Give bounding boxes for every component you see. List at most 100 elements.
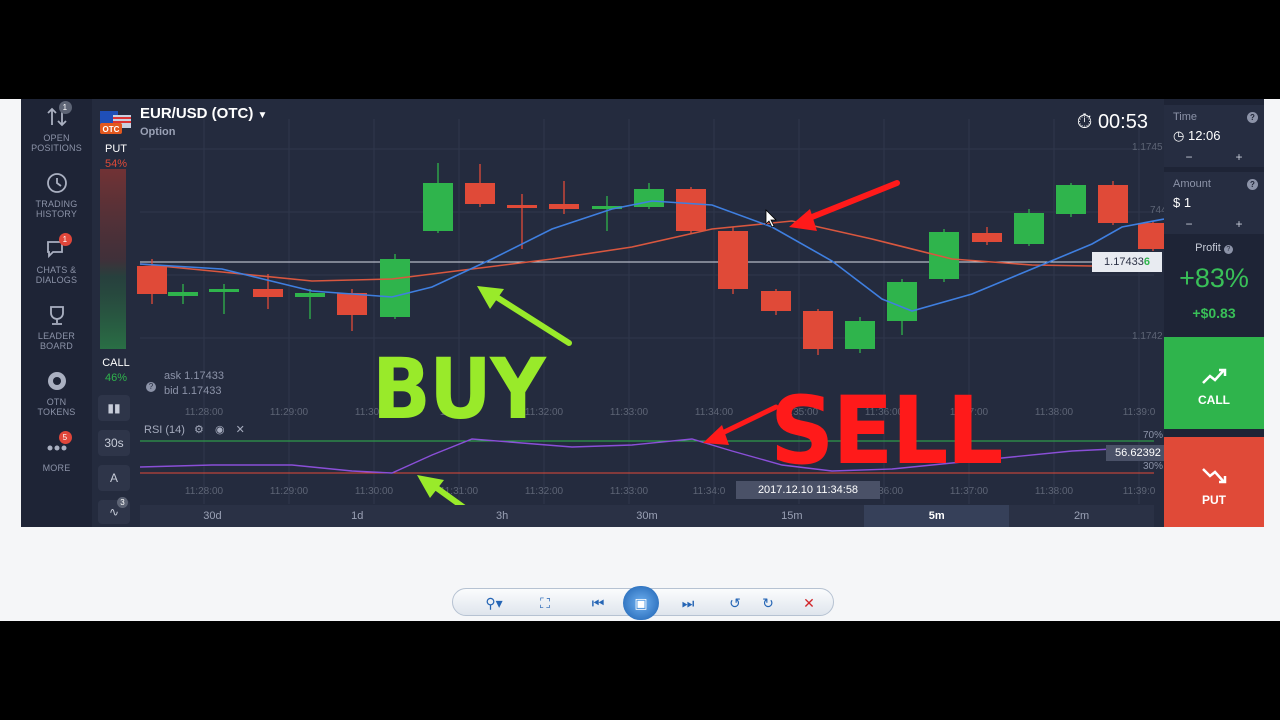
time-value: 12:06	[1187, 128, 1221, 143]
indicators-button[interactable]: ∿ 3	[98, 497, 130, 524]
call-label: CALL	[1198, 393, 1230, 407]
asset-selector[interactable]: EUR/USD (OTC) ▼	[140, 105, 267, 122]
fit-screen-icon[interactable]: ⛶	[533, 594, 557, 612]
time-tick-label: 11:33:00	[610, 407, 649, 418]
close-indicator-icon[interactable]: ✕	[236, 424, 245, 436]
delete-icon[interactable]: ✕	[799, 594, 819, 612]
profit-amount: +$0.83	[1192, 305, 1236, 321]
price-axis-bottom: 1.1742	[1132, 331, 1163, 342]
next-icon[interactable]: ⏭	[675, 594, 701, 612]
timeframe-1d[interactable]: 1d	[285, 505, 430, 527]
chats-badge: 1	[58, 233, 72, 246]
sidebar-item-trading-history[interactable]: TRADING HISTORY	[21, 171, 92, 219]
help-icon[interactable]: ?	[1247, 179, 1258, 190]
drawing-tools-button[interactable]: A	[98, 465, 130, 491]
profit-percent: +83%	[1179, 263, 1249, 293]
timeframe-2m[interactable]: 2m	[1009, 505, 1154, 527]
candle-body	[337, 293, 367, 315]
sidebar-item-leaderboard[interactable]: LEADER BOARD	[21, 303, 92, 351]
chart-type-button[interactable]: ▮▮	[98, 395, 130, 421]
time-tick-label: 11:38:00	[1035, 407, 1074, 418]
ask-quote: ask 1.17433	[164, 370, 224, 382]
sidebar-label: BOARD	[39, 341, 73, 351]
visibility-eye-icon[interactable]: ◉	[215, 424, 225, 436]
candle-body	[209, 289, 239, 292]
sidebar-item-otn-tokens[interactable]: OTN TOKENS	[21, 369, 92, 417]
candle-body	[972, 233, 1002, 242]
image-viewer: 1 OPEN POSITIONS TRADING HISTORY 1 CHATS…	[0, 99, 1280, 621]
ask-bid-quotes: ask 1.17433 bid 1.17433	[164, 369, 224, 399]
slideshow-icon[interactable]: ▣	[623, 586, 659, 620]
sidebar-label: MORE	[42, 463, 71, 473]
help-icon[interactable]: ?	[1247, 112, 1258, 123]
amount-minus-button[interactable]: −	[1185, 217, 1192, 231]
settings-gear-icon[interactable]: ⚙	[194, 424, 204, 436]
call-sentiment: CALL 46%	[92, 356, 140, 386]
profit-label-wrap: Profit ?	[1164, 242, 1264, 254]
time-axis-main: 11:28:00 11:29:00 11:30:00 11:31:00 11:32:00…	[185, 407, 1156, 418]
sidebar-label: CHATS &	[36, 265, 77, 275]
rsi-level-70-label: 70%	[1143, 430, 1164, 441]
stopwatch-icon: ⏱	[1076, 111, 1093, 133]
time-label: Time	[1173, 111, 1198, 123]
info-icon: ?	[146, 382, 156, 392]
time-tick-label: 11:33:00	[610, 486, 649, 497]
indicators-badge: 3	[117, 497, 128, 508]
put-sentiment-label: PUT	[105, 143, 127, 155]
amount-plus-button[interactable]: +	[1235, 217, 1242, 231]
timeframe-5m[interactable]: 5m	[864, 505, 1010, 527]
candle-body	[1098, 185, 1128, 223]
time-box[interactable]: Time ? ◷ 12:06 − +	[1164, 105, 1264, 167]
sentiment-bar	[100, 169, 126, 349]
sidebar-label: TOKENS	[37, 407, 76, 417]
red-arrow-1	[789, 180, 900, 231]
buy-annotation: BUY	[372, 340, 546, 438]
time-minus-button[interactable]: −	[1185, 150, 1192, 164]
candle-body	[253, 289, 283, 297]
time-tick-label: 11:34:0	[693, 486, 726, 497]
price-chart[interactable]: 11:28:00 11:29:00 11:30:00 11:31:00 11:32:00…	[92, 99, 1164, 527]
rotate-left-icon[interactable]: ↺	[725, 594, 745, 612]
time-plus-button[interactable]: +	[1235, 150, 1242, 164]
indicators-icon: ∿	[108, 505, 120, 519]
candles-chart-icon: ▮▮	[107, 401, 121, 415]
time-tick-label: 11:29:00	[270, 407, 309, 418]
asset-subtitle: Option	[140, 126, 176, 138]
arrows-updown-icon: 1	[44, 101, 72, 129]
sidebar-item-more[interactable]: 5 MORE	[21, 431, 92, 473]
timeframe-30m[interactable]: 30m	[575, 505, 720, 527]
sidebar-item-chats[interactable]: 1 CHATS & DIALOGS	[21, 233, 92, 285]
token-icon	[44, 369, 70, 393]
rsi-level-30-label: 30%	[1143, 461, 1164, 472]
otc-flag-text: OTC	[103, 125, 120, 134]
time-tick-label: 11:37:00	[950, 486, 989, 497]
rotate-right-icon[interactable]: ↻	[758, 594, 778, 612]
amount-value[interactable]: $ 1	[1173, 195, 1191, 210]
help-icon[interactable]: ?	[1223, 245, 1233, 254]
trophy-icon	[44, 303, 70, 327]
sidebar-label: LEADER	[37, 331, 76, 341]
call-chart-up-icon	[1202, 368, 1227, 384]
zoom-icon[interactable]: ⚲▾	[479, 594, 509, 612]
current-price-main: 1.17433	[1104, 256, 1144, 268]
call-sentiment-value: 46%	[104, 372, 128, 384]
candle-body	[549, 204, 579, 209]
dropdown-caret-icon: ▼	[257, 110, 268, 121]
candle-body	[465, 183, 495, 204]
chart-area[interactable]: 11:28:00 11:29:00 11:30:00 11:31:00 11:32:00…	[92, 99, 1170, 527]
candle-body	[168, 292, 198, 296]
screen: 1 OPEN POSITIONS TRADING HISTORY 1 CHATS…	[0, 0, 1280, 720]
sidebar-item-open-positions[interactable]: 1 OPEN POSITIONS	[21, 101, 92, 153]
previous-icon[interactable]: ⏮	[585, 594, 611, 612]
timeframe-15m[interactable]: 15m	[719, 505, 864, 527]
bid-quote: bid 1.17433	[164, 385, 222, 397]
amount-box[interactable]: Amount ? $ 1 − +	[1164, 172, 1264, 234]
rsi-value-tag: 56.62392	[1106, 445, 1170, 461]
call-button[interactable]: CALL	[1164, 337, 1264, 429]
put-button[interactable]: PUT	[1164, 437, 1264, 527]
candle-body	[507, 205, 537, 208]
timeframe-3h[interactable]: 3h	[430, 505, 575, 527]
interval-button[interactable]: 30s	[98, 430, 130, 456]
timeframe-30d[interactable]: 30d	[140, 505, 285, 527]
put-label: PUT	[1202, 493, 1226, 507]
